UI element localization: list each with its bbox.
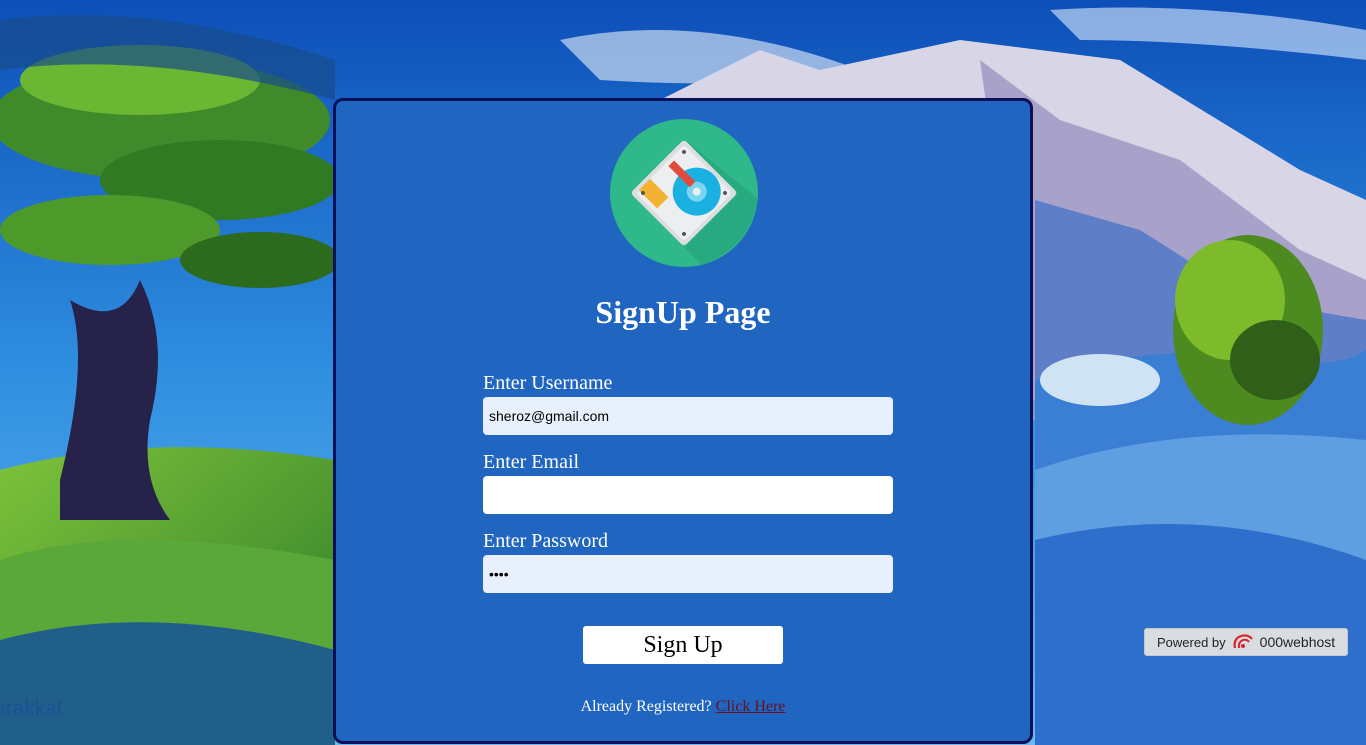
username-label: Enter Username <box>483 372 613 394</box>
powered-by-text: Powered by <box>1157 634 1226 650</box>
username-input[interactable] <box>483 397 893 435</box>
login-link[interactable]: Click Here <box>716 698 786 715</box>
password-label: Enter Password <box>483 530 608 552</box>
signup-button[interactable]: Sign Up <box>583 626 783 664</box>
email-input[interactable] <box>483 476 893 514</box>
login-prompt: Already Registered? Click Here <box>336 698 1030 716</box>
email-label: Enter Email <box>483 451 580 473</box>
signup-card: SignUp Page Enter Username Enter Email E… <box>333 98 1033 744</box>
page-title: SignUp Page <box>595 294 771 330</box>
webhost-brand: 000webhost <box>1259 634 1336 650</box>
hard-drive-icon <box>610 119 758 267</box>
webhost-logo-icon <box>1233 634 1253 649</box>
artist-watermark: arakkal <box>0 697 62 720</box>
already-registered-text: Already Registered? <box>580 698 712 715</box>
powered-by-badge[interactable]: Powered by 000webhost <box>1144 628 1348 656</box>
password-input[interactable] <box>483 555 893 593</box>
